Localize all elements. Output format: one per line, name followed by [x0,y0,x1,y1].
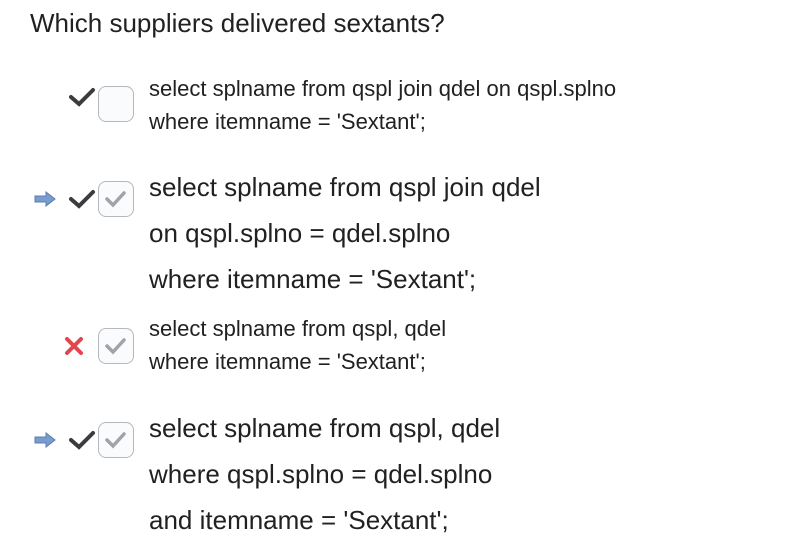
code-line: select splname from qspl join qdel [149,172,541,202]
answer-text: select splname from qspl, qdel where ite… [149,312,446,378]
code-line: select splname from qspl join qdel on qs… [149,76,617,101]
code-line: and itemname = 'Sextant'; [149,505,449,535]
code-line: where qspl.splno = qdel.splno [149,459,493,489]
code-line: where itemname = 'Sextant'; [149,264,477,294]
correct-check-icon [68,429,96,451]
answer-checkbox[interactable] [98,86,134,122]
correct-check-icon [68,86,96,108]
code-line: where itemname = 'Sextant'; [149,349,426,374]
answer-checkbox-checked[interactable] [98,328,134,364]
arrow-right-icon [34,432,56,448]
question-title: Which suppliers delivered sextants? [30,8,445,38]
code-line: select splname from qspl, qdel [149,413,501,443]
answer-checkbox-checked[interactable] [98,422,134,458]
answer-text: select splname from qspl, qdel where qsp… [149,405,500,543]
arrow-right-icon [34,191,56,207]
code-line: select splname from qspl, qdel [149,316,447,341]
correct-check-icon [68,188,96,210]
code-line: on qspl.splno = qdel.splno [149,218,451,248]
answer-text: select splname from qspl join qdel on qs… [149,164,541,302]
code-line: where itemname = 'Sextant'; [149,109,426,134]
answer-checkbox-checked[interactable] [98,181,134,217]
incorrect-cross-icon [64,336,84,356]
answer-text: select splname from qspl join qdel on qs… [149,72,616,138]
